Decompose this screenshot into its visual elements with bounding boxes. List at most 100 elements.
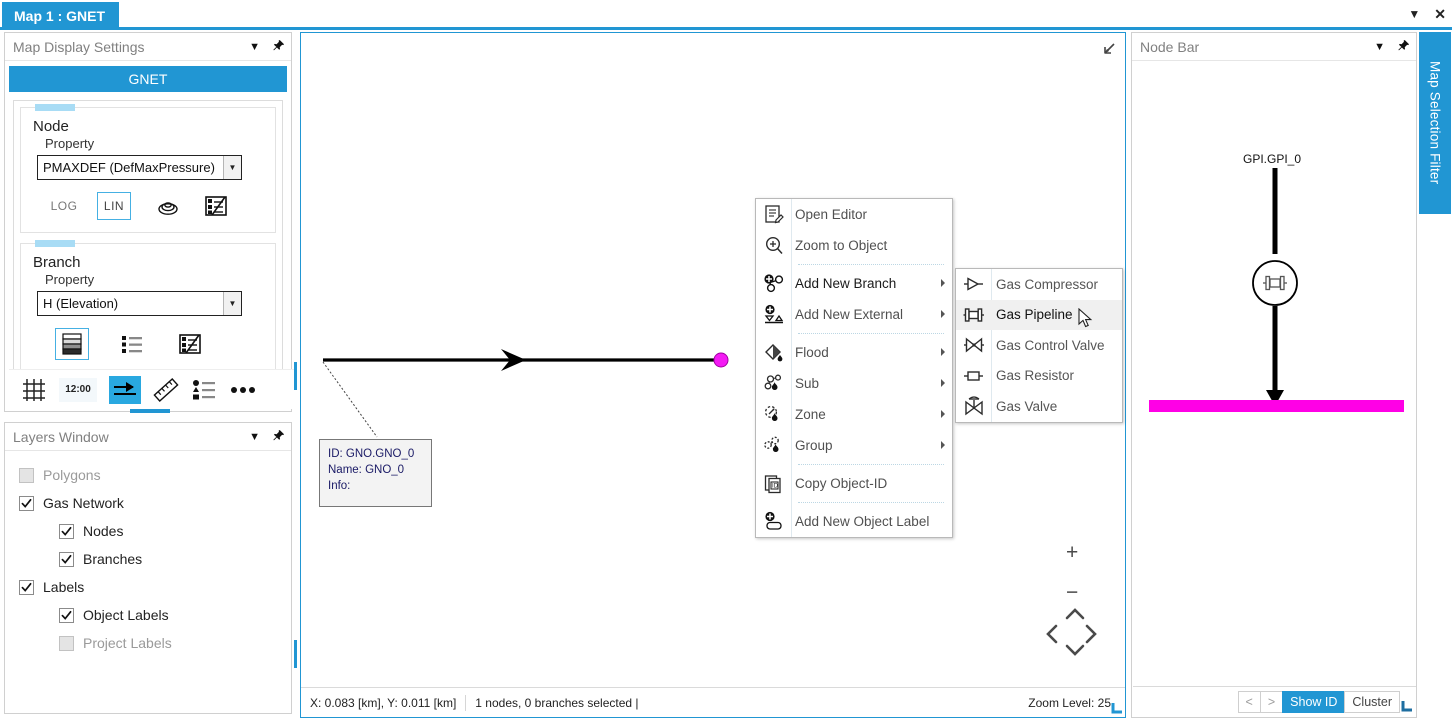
grid-icon[interactable] xyxy=(21,377,47,403)
branch-type-label: Gas Valve xyxy=(996,398,1058,414)
branch-type-label: Gas Pipeline xyxy=(996,307,1073,323)
pan-left-button[interactable] xyxy=(1045,623,1059,651)
context-menu-separator xyxy=(798,464,944,465)
node-scale-log-button[interactable]: LOG xyxy=(45,192,83,220)
legend-edit-icon[interactable] xyxy=(175,330,205,358)
list-icon[interactable] xyxy=(117,330,147,358)
node-bar-canvas[interactable]: GPI.GPI_0 xyxy=(1133,62,1416,687)
layer-row[interactable]: Gas Network xyxy=(19,489,291,517)
close-icon[interactable]: ✕ xyxy=(1434,6,1446,23)
context-menu-item[interactable]: Flood xyxy=(756,337,952,368)
resize-grip[interactable] xyxy=(1111,701,1123,715)
branch-type-item[interactable]: Gas Resistor xyxy=(956,361,1122,392)
layer-checkbox[interactable] xyxy=(19,579,34,595)
legend-list-icon[interactable] xyxy=(191,379,217,401)
map-display-settings-header: Map Display Settings ▼ xyxy=(5,33,291,61)
chevron-down-icon: ▼ xyxy=(223,156,241,179)
pan-right-button[interactable] xyxy=(1084,623,1098,651)
layer-row[interactable]: Branches xyxy=(59,545,291,573)
chevron-down-icon[interactable]: ▼ xyxy=(249,431,260,443)
object-tooltip: ID: GNO.GNO_0 Name: GNO_0 Info: xyxy=(319,439,432,507)
legend-edit-icon[interactable] xyxy=(201,192,231,220)
node-bar-button[interactable]: Show ID xyxy=(1282,690,1346,713)
layer-checkbox[interactable] xyxy=(59,551,74,567)
context-menu-item[interactable]: Add New Branch xyxy=(756,268,952,299)
layer-label: Nodes xyxy=(83,523,124,539)
left-panel-column: Map Display Settings ▼ GNET Node Propert… xyxy=(0,32,297,722)
layer-row[interactable]: Nodes xyxy=(59,517,291,545)
panel-splitter-handle[interactable] xyxy=(130,409,170,413)
submenu-arrow-icon xyxy=(941,348,945,356)
branch-group-title: Branch xyxy=(33,254,81,271)
svg-text:ID: ID xyxy=(772,484,779,490)
context-menu-item[interactable]: Group xyxy=(756,430,952,461)
object-context-menu: Open Editor Zoom to Object Add New Branch A… xyxy=(755,198,953,538)
pin-icon[interactable] xyxy=(272,429,285,445)
node-bar-graphics xyxy=(1149,168,1404,412)
left-splitter-bottom[interactable] xyxy=(294,640,297,668)
branch-type-item[interactable]: Gas Pipeline xyxy=(956,299,1122,330)
layer-checkbox[interactable] xyxy=(59,607,74,623)
node-bar-button[interactable]: < xyxy=(1237,690,1261,713)
chevron-down-icon[interactable]: ▼ xyxy=(1408,7,1420,21)
pin-icon[interactable] xyxy=(1397,39,1410,55)
time-label: 12:00 xyxy=(65,384,91,395)
branch-type-item[interactable]: Gas Control Valve xyxy=(956,330,1122,361)
layer-checkbox[interactable] xyxy=(59,635,74,651)
branch-type-item[interactable]: Gas Compressor xyxy=(956,269,1122,300)
layer-row[interactable]: Object Labels xyxy=(59,601,291,629)
tab-map1-gnet[interactable]: Map 1 : GNET xyxy=(2,2,120,30)
layer-row[interactable]: Labels xyxy=(19,573,291,601)
status-selection: 1 nodes, 0 branches selected | xyxy=(475,695,639,710)
branch-type-item[interactable]: Gas Valve xyxy=(956,391,1122,422)
more-icon[interactable] xyxy=(229,384,257,396)
ruler-icon[interactable] xyxy=(153,377,179,403)
lin-label: LIN xyxy=(103,199,125,213)
time-icon[interactable]: 12:00 xyxy=(59,377,97,402)
layer-row[interactable]: Polygons xyxy=(19,461,291,489)
contour-icon[interactable] xyxy=(153,192,183,220)
gas-pipeline-icon xyxy=(959,304,989,326)
layer-checkbox[interactable] xyxy=(19,495,34,511)
chevron-down-icon[interactable]: ▼ xyxy=(1374,41,1385,53)
context-menu-separator xyxy=(798,333,944,334)
sub-icon xyxy=(760,371,788,396)
layer-row[interactable]: Project Labels xyxy=(59,629,291,657)
node-group-title: Node xyxy=(33,118,69,135)
node-bar-header: Node Bar ▼ xyxy=(1132,33,1416,61)
left-splitter-top[interactable] xyxy=(294,362,297,390)
context-menu-item[interactable]: Sub xyxy=(756,368,952,399)
flow-arrow-icon[interactable] xyxy=(109,375,141,404)
zoom-out-button[interactable]: − xyxy=(1066,581,1078,605)
gradient-bands-icon[interactable] xyxy=(55,328,89,360)
network-selector-gnet[interactable]: GNET xyxy=(9,66,287,92)
branch-property-select[interactable]: H (Elevation) ▼ xyxy=(37,291,242,316)
panel-title: Layers Window xyxy=(13,428,109,445)
context-menu-item[interactable]: Open Editor xyxy=(756,199,952,230)
zoom-in-button[interactable]: + xyxy=(1066,541,1078,565)
node-scale-lin-button[interactable]: LIN xyxy=(97,192,131,220)
gas-control-valve-icon xyxy=(959,334,989,356)
context-menu-item[interactable]: Zone xyxy=(756,399,952,430)
branch-type-label: Gas Resistor xyxy=(996,368,1075,384)
node-bar-button[interactable]: > xyxy=(1259,690,1284,713)
context-menu-item[interactable]: Add New Object Label xyxy=(756,506,952,537)
tab-map-selection-filter[interactable]: Map Selection Filter xyxy=(1419,32,1451,214)
resize-grip[interactable] xyxy=(1401,699,1413,713)
layer-checkbox[interactable] xyxy=(19,467,34,483)
pan-up-button[interactable] xyxy=(1064,605,1086,627)
node-bar-button[interactable]: Cluster xyxy=(1344,690,1400,713)
context-menu-item[interactable]: ID Copy Object-ID xyxy=(756,468,952,499)
pan-down-button[interactable] xyxy=(1064,641,1086,663)
context-menu-item[interactable]: Zoom to Object xyxy=(756,230,952,261)
panel-title: Node Bar xyxy=(1140,38,1200,55)
context-menu-item[interactable]: Add New External xyxy=(756,299,952,330)
node-property-select[interactable]: PMAXDEF (DefMaxPressure) ▼ xyxy=(37,155,242,180)
context-menu-label: Sub xyxy=(795,376,820,391)
log-label: LOG xyxy=(50,199,78,213)
layer-checkbox[interactable] xyxy=(59,523,74,539)
flood-icon xyxy=(760,340,788,365)
pin-icon[interactable] xyxy=(272,39,285,55)
resize-collapse-icon[interactable] xyxy=(1101,41,1117,57)
chevron-down-icon[interactable]: ▼ xyxy=(249,41,260,53)
